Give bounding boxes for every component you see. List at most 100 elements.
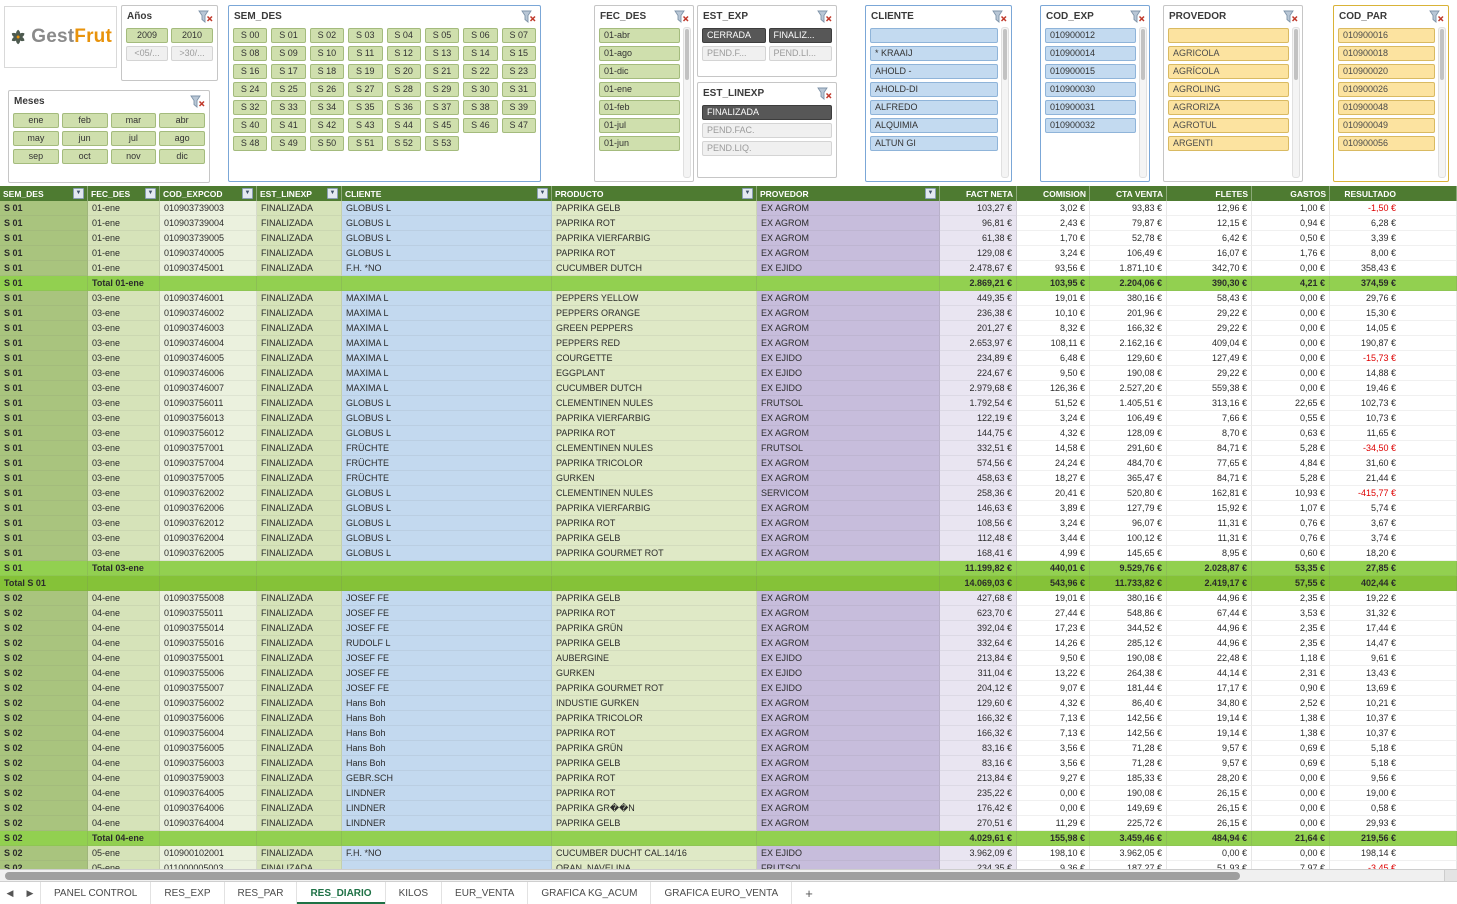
slicer-item[interactable]: 01-feb [599, 100, 680, 115]
tabs-scroll-right-icon[interactable]: ▶ [20, 882, 40, 904]
slicer-item[interactable]: 01-abr [599, 28, 680, 43]
slicer-item[interactable]: mar [111, 113, 157, 128]
slicer-scrollbar-thumb[interactable] [1440, 29, 1444, 80]
slicer-item[interactable]: S 03 [348, 28, 382, 43]
slicer-item[interactable]: ALFREDO [870, 100, 998, 115]
slicer-scrollbar-thumb[interactable] [685, 29, 689, 80]
slicer-item[interactable]: 2009 [126, 28, 168, 43]
slicer-item[interactable]: ene [13, 113, 59, 128]
sheet-tab-grafica-kg-acum[interactable]: GRAFICA KG_ACUM [528, 882, 651, 904]
slicer-scrollbar[interactable] [683, 27, 691, 178]
slicer-item[interactable]: S 38 [463, 100, 497, 115]
slicer-item[interactable]: PEND.LI... [769, 46, 833, 61]
clear-filter-icon[interactable] [190, 95, 205, 108]
slicer-item[interactable]: ARGENTI [1168, 136, 1289, 151]
slicer-item[interactable]: sep [13, 149, 59, 164]
slicer-item[interactable]: nov [111, 149, 157, 164]
slicer-item[interactable]: S 01 [271, 28, 305, 43]
clear-filter-icon[interactable] [1283, 10, 1298, 23]
sheet-tab-res-par[interactable]: RES_PAR [225, 882, 298, 904]
clear-filter-icon[interactable] [674, 10, 689, 23]
filter-dropdown-icon[interactable]: ▼ [73, 188, 84, 199]
sheet-tab-res-exp[interactable]: RES_EXP [151, 882, 224, 904]
slicer-item[interactable]: S 31 [502, 82, 536, 97]
slicer-scrollbar[interactable] [1001, 27, 1009, 178]
slicer-item[interactable]: S 04 [387, 28, 421, 43]
slicer-item[interactable]: AGROTUL [1168, 118, 1289, 133]
slicer-item[interactable]: S 14 [463, 46, 497, 61]
slicer-item[interactable]: CERRADA [702, 28, 766, 43]
slicer-item[interactable]: S 36 [387, 100, 421, 115]
slicer-item[interactable]: S 42 [310, 118, 344, 133]
slicer-item[interactable]: S 33 [271, 100, 305, 115]
filter-dropdown-icon[interactable]: ▼ [925, 188, 936, 199]
slicer-item[interactable]: PEND.LIQ. [702, 141, 832, 156]
slicer-item[interactable]: ago [159, 131, 205, 146]
slicer-item[interactable]: AHOLD - [870, 64, 998, 79]
horizontal-scrollbar-thumb[interactable] [5, 872, 1240, 880]
slicer-item[interactable]: AGRORIZA [1168, 100, 1289, 115]
slicer-item[interactable]: S 11 [348, 46, 382, 61]
slicer-item[interactable]: 010900020 [1338, 64, 1435, 79]
slicer-item[interactable]: S 21 [425, 64, 459, 79]
slicer-item[interactable]: S 17 [271, 64, 305, 79]
slicer-item[interactable]: jun [62, 131, 108, 146]
slicer-item[interactable]: 010900012 [1045, 28, 1136, 43]
slicer-item[interactable]: S 46 [463, 118, 497, 133]
slicer-item[interactable]: 01-ene [599, 82, 680, 97]
slicer-item[interactable]: ALTUN GI [870, 136, 998, 151]
filter-dropdown-icon[interactable]: ▼ [327, 188, 338, 199]
slicer-item[interactable]: S 16 [233, 64, 267, 79]
slicer-item[interactable]: S 41 [271, 118, 305, 133]
slicer-scrollbar[interactable] [1139, 27, 1147, 178]
slicer-item[interactable]: abr [159, 113, 205, 128]
slicer-item[interactable]: S 29 [425, 82, 459, 97]
slicer-item[interactable]: 010900018 [1338, 46, 1435, 61]
slicer-item[interactable]: S 07 [502, 28, 536, 43]
add-sheet-button[interactable]: + [792, 882, 826, 904]
slicer-item[interactable]: 01-jun [599, 136, 680, 151]
slicer-item[interactable]: S 51 [348, 136, 382, 151]
slicer-item[interactable] [870, 28, 998, 43]
slicer-item[interactable]: ALQUIMIA [870, 118, 998, 133]
slicer-item[interactable]: AGROLING [1168, 82, 1289, 97]
slicer-item[interactable]: 01-jul [599, 118, 680, 133]
slicer-item[interactable]: S 05 [425, 28, 459, 43]
clear-filter-icon[interactable] [1429, 10, 1444, 23]
slicer-item[interactable]: S 32 [233, 100, 267, 115]
slicer-item[interactable]: S 28 [387, 82, 421, 97]
slicer-item[interactable]: AHOLD-DI [870, 82, 998, 97]
slicer-item[interactable]: S 12 [387, 46, 421, 61]
slicer-scrollbar[interactable] [1292, 27, 1300, 178]
slicer-item[interactable]: S 15 [502, 46, 536, 61]
sheet-tab-grafica-euro-venta[interactable]: GRAFICA EURO_VENTA [651, 882, 792, 904]
slicer-item[interactable]: S 10 [310, 46, 344, 61]
slicer-item[interactable]: S 44 [387, 118, 421, 133]
slicer-item[interactable]: S 53 [425, 136, 459, 151]
slicer-item[interactable]: S 00 [233, 28, 267, 43]
slicer-item[interactable]: S 19 [348, 64, 382, 79]
slicer-item[interactable]: AGRÍCOLA [1168, 64, 1289, 79]
slicer-item[interactable]: 010900056 [1338, 136, 1435, 151]
slicer-item[interactable]: S 43 [348, 118, 382, 133]
slicer-item[interactable]: PEND.FAC. [702, 123, 832, 138]
slicer-item[interactable]: S 26 [310, 82, 344, 97]
slicer-item[interactable]: S 34 [310, 100, 344, 115]
slicer-item[interactable]: S 23 [502, 64, 536, 79]
slicer-item[interactable] [1168, 28, 1289, 43]
slicer-item[interactable]: S 47 [502, 118, 536, 133]
filter-dropdown-icon[interactable]: ▼ [742, 188, 753, 199]
slicer-item[interactable]: feb [62, 113, 108, 128]
slicer-item[interactable]: 010900030 [1045, 82, 1136, 97]
sheet-tab-eur-venta[interactable]: EUR_VENTA [442, 882, 528, 904]
sheet-tab-panel-control[interactable]: PANEL CONTROL [40, 882, 151, 904]
slicer-item[interactable]: S 40 [233, 118, 267, 133]
clear-filter-icon[interactable] [198, 10, 213, 23]
slicer-item[interactable]: oct [62, 149, 108, 164]
slicer-item[interactable]: 010900015 [1045, 64, 1136, 79]
sheet-tab-kilos[interactable]: KILOS [386, 882, 442, 904]
slicer-item[interactable]: S 45 [425, 118, 459, 133]
slicer-item[interactable]: 010900031 [1045, 100, 1136, 115]
slicer-item[interactable]: * KRAAIJ [870, 46, 998, 61]
slicer-item[interactable]: S 27 [348, 82, 382, 97]
